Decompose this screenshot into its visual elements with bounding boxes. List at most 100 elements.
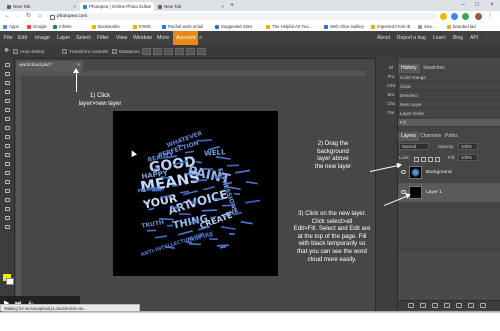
fill-input[interactable]: 100%	[458, 154, 478, 161]
align-button[interactable]	[142, 48, 151, 55]
bookmark-apps[interactable]: Apps	[3, 22, 19, 31]
zoom-tool-icon[interactable]	[3, 224, 11, 230]
align-button[interactable]	[197, 48, 206, 55]
magic-wand-icon[interactable]	[3, 89, 11, 95]
history-item[interactable]: Color Range	[398, 74, 500, 82]
bookmark[interactable]: Google	[27, 22, 47, 31]
dodge-tool-icon[interactable]	[3, 170, 11, 176]
minimize-icon[interactable]: –	[456, 0, 470, 11]
menu-blog[interactable]: Blog	[453, 31, 463, 45]
eyedropper-icon[interactable]	[3, 107, 11, 113]
menu-about[interactable]: About	[377, 31, 390, 45]
browser-tab-active[interactable]: Photopea | Online Photo Editor ×	[80, 2, 154, 11]
gradient-tool-icon[interactable]	[3, 152, 11, 158]
clone-stamp-icon[interactable]	[3, 134, 11, 140]
close-tab-icon[interactable]: ×	[148, 2, 151, 11]
new-layer-icon[interactable]	[468, 303, 474, 308]
omnibox[interactable]	[47, 13, 437, 20]
layer-effects-icon[interactable]	[420, 303, 426, 308]
back-icon[interactable]: ←	[3, 11, 12, 22]
maximize-icon[interactable]: □	[470, 0, 484, 11]
document-canvas[interactable]: GOOD MEANS PAINT YOUR ART VOICE THING CREATE WHA…	[113, 111, 278, 276]
move-tool-icon[interactable]	[3, 62, 11, 68]
blend-mode-select[interactable]: Normal	[399, 143, 429, 150]
background-color-swatch[interactable]	[6, 278, 14, 285]
extension-icon[interactable]	[451, 12, 458, 20]
panel-brush[interactable]: Bru	[385, 91, 397, 99]
bookmark[interactable]: bearded lad	[447, 22, 476, 31]
shape-tool-icon[interactable]	[3, 206, 11, 212]
eraser-tool-icon[interactable]	[3, 143, 11, 149]
bookmark[interactable]: The Helpful Art Tea...	[266, 22, 312, 31]
align-button[interactable]	[153, 48, 162, 55]
menu-learn[interactable]: Learn	[433, 31, 446, 45]
tab-channels[interactable]: Channels	[417, 132, 444, 141]
layer-row-background[interactable]: Background	[398, 163, 500, 182]
search-icon[interactable]: ⌕	[199, 31, 202, 45]
pen-tool-icon[interactable]	[3, 179, 11, 185]
lock-transparency-icon[interactable]	[414, 157, 419, 162]
panel-info[interactable]: Inf	[385, 64, 397, 72]
distances-checkbox[interactable]	[112, 49, 117, 54]
type-tool-icon[interactable]	[3, 188, 11, 194]
bookmark[interactable]: FAMS	[133, 22, 151, 31]
path-select-icon[interactable]	[3, 197, 11, 203]
bookmark[interactable]: Bookmarks	[92, 22, 120, 31]
delete-layer-icon[interactable]	[480, 303, 486, 308]
lasso-tool-icon[interactable]	[3, 80, 11, 86]
tab-paths[interactable]: Paths	[442, 132, 461, 141]
panel-character[interactable]: Cha	[385, 100, 397, 108]
bookmark[interactable]: Rachel work email	[162, 22, 203, 31]
reload-icon[interactable]: ↻	[24, 11, 33, 22]
brush-tool-icon[interactable]	[3, 125, 11, 131]
video-progress-track[interactable]	[0, 311, 500, 312]
history-item-current[interactable]: Fill	[398, 119, 500, 127]
extension-icon[interactable]	[440, 12, 447, 20]
align-button[interactable]	[186, 48, 195, 55]
healing-brush-icon[interactable]	[3, 116, 11, 122]
menu-api[interactable]: API	[470, 31, 478, 45]
layer-row-layer-1[interactable]: Layer 1	[398, 183, 500, 202]
lock-all-icon[interactable]	[435, 157, 440, 162]
history-item[interactable]: Layer Order	[398, 110, 500, 118]
menu-more[interactable]: More	[157, 31, 169, 45]
add-mask-icon[interactable]	[432, 303, 438, 308]
history-item[interactable]: Deselect	[398, 92, 500, 100]
bookmark[interactable]: Infinite	[53, 22, 72, 31]
extension-icon[interactable]	[462, 12, 469, 20]
forward-icon[interactable]: →	[13, 11, 22, 22]
close-window-icon[interactable]: ×	[485, 0, 499, 11]
auto-select-checkbox[interactable]	[13, 49, 18, 54]
panel-css[interactable]: CSS	[385, 82, 397, 90]
close-tab-icon[interactable]: ×	[73, 2, 76, 11]
menu-window[interactable]: Window	[133, 31, 152, 45]
menu-report-bug[interactable]: Report a bug	[397, 31, 426, 45]
bookmark[interactable]: Imported From IE	[371, 22, 410, 31]
menu-account[interactable]: Account	[173, 31, 199, 45]
menu-select[interactable]: Select	[76, 31, 91, 45]
browser-menu-icon[interactable]: ⋮	[487, 11, 493, 22]
menu-filter[interactable]: Filter	[97, 31, 109, 45]
menu-layer[interactable]: Layer	[57, 31, 70, 45]
panel-paragraph[interactable]: Par	[385, 109, 397, 117]
tab-layers[interactable]: Layers	[398, 132, 420, 141]
marquee-tool-icon[interactable]	[3, 71, 11, 77]
lock-pixels-icon[interactable]	[421, 157, 426, 162]
visibility-eye-icon[interactable]	[401, 170, 406, 174]
history-item[interactable]: Clear	[398, 83, 500, 91]
home-icon[interactable]: ⌂	[35, 11, 44, 22]
adjustment-layer-icon[interactable]	[444, 303, 450, 308]
panel-properties[interactable]: Pro	[385, 73, 397, 81]
link-layers-icon[interactable]	[408, 303, 414, 308]
bookmark[interactable]: Web Slice Gallery	[324, 22, 364, 31]
transform-controls-checkbox[interactable]	[62, 49, 67, 54]
history-item[interactable]: New Layer	[398, 101, 500, 109]
facebook-icon[interactable]: f	[485, 31, 487, 45]
menu-view[interactable]: View	[116, 31, 127, 45]
align-button[interactable]	[175, 48, 184, 55]
tab-swatches[interactable]: Swatches	[420, 64, 448, 73]
hand-tool-icon[interactable]	[3, 215, 11, 221]
menu-edit[interactable]: Edit	[18, 31, 27, 45]
crop-tool-icon[interactable]	[3, 98, 11, 104]
new-group-icon[interactable]	[456, 303, 462, 308]
